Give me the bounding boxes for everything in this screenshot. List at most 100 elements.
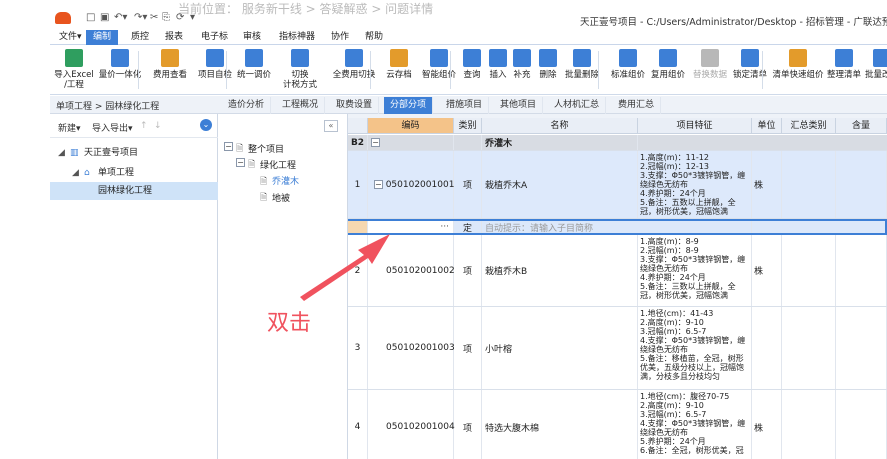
row-toggle-icon[interactable]: − [374, 180, 383, 189]
expand-arrow-icon[interactable]: ◢ [72, 164, 79, 182]
ribbon-button-9[interactable]: 查询 [460, 49, 484, 80]
tab-project-overview[interactable]: 工程概况 [276, 97, 326, 114]
row-feature[interactable]: 1.高度(m)：11-12 2.冠幅(m)：12-13 3.支撑：Φ50*3镀锌… [638, 151, 752, 218]
collapse-left-icon[interactable]: « [324, 120, 338, 132]
cut-icon[interactable]: ✂ [150, 12, 158, 23]
row-type[interactable]: 项 [454, 390, 482, 459]
tree-node-project[interactable]: ◢ ▥ 天正壹号项目 [50, 144, 218, 162]
row-type[interactable]: 项 [454, 307, 482, 389]
ribbon-button-2[interactable]: 费用查看 [146, 49, 194, 80]
row-code-cell[interactable]: −050102001001 [368, 151, 454, 218]
ribbon-button-19[interactable]: 整理清单 [826, 49, 862, 80]
row-feature[interactable]: 1.地径(cm)：41-43 2.高度(m)：9-10 3.冠幅(m)：6.5-… [638, 307, 752, 389]
tab-fee-summary[interactable]: 费用汇总 [612, 97, 662, 114]
ribbon-button-17[interactable]: 锁定清单 [730, 49, 770, 80]
header-summary-type[interactable]: 汇总类别 [782, 118, 836, 134]
row-unit[interactable]: 株 [752, 390, 782, 459]
batch-delete-icon [573, 49, 591, 67]
division-tree-trees[interactable]: 乔灌木 [272, 174, 299, 187]
row-name[interactable]: 小叶榕 [482, 307, 638, 389]
tab-division-items[interactable]: 分部分项 [384, 97, 434, 114]
menu-collab[interactable]: 协作 [324, 30, 356, 45]
expand-arrow-icon[interactable]: ◢ [58, 144, 65, 162]
ribbon-button-20[interactable]: 批量改主 [862, 49, 887, 80]
redo-icon[interactable]: ↷▾ [134, 12, 147, 23]
new-dropdown-button[interactable]: 新建▾ [58, 121, 81, 134]
tab-fee-setting[interactable]: 取费设置 [330, 97, 380, 114]
menu-report[interactable]: 报表 [158, 30, 190, 45]
row-name[interactable]: 栽植乔木B [482, 235, 638, 306]
row-code[interactable]: 050102001004 [368, 390, 455, 459]
ellipsis-button-icon[interactable]: ··· [440, 222, 449, 232]
table-row[interactable]: 1 −050102001001 项 栽植乔木A 1.高度(m)：11-12 2.… [348, 151, 887, 219]
table-row[interactable]: 2 050102001002 项 栽植乔木B 1.高度(m)：8-9 2.冠幅(… [348, 235, 887, 307]
ribbon-button-16[interactable]: 替换数据 [690, 49, 730, 80]
ribbon-button-11[interactable]: 补充 [510, 49, 534, 80]
move-down-icon[interactable]: ↓ [154, 121, 162, 131]
new-file-icon[interactable]: □ [86, 12, 95, 23]
table-row[interactable]: 3 050102001003 项 小叶榕 1.地径(cm)：41-43 2.高度… [348, 307, 887, 390]
ribbon-button-3[interactable]: 项目自检 [196, 49, 234, 80]
tab-measure-items[interactable]: 措施项目 [440, 97, 490, 114]
undo-icon[interactable]: ↶▾ [114, 12, 127, 23]
header-code[interactable]: 编码 [368, 118, 454, 134]
group-toggle-icon[interactable]: − [368, 135, 454, 150]
group-row[interactable]: B2 − 乔灌木 [348, 135, 887, 151]
row-feature[interactable]: 1.高度(m)：8-9 2.冠幅(m)：8-9 3.支撑：Φ50*3镀锌钢管，缠… [638, 235, 752, 306]
move-up-icon[interactable]: ↑ [140, 121, 148, 131]
menu-e-bid[interactable]: 电子标 [194, 30, 235, 45]
more-dropdown-icon[interactable]: ▾ [190, 12, 195, 23]
ribbon-button-5[interactable]: 切换 计税方式 [278, 49, 322, 90]
ribbon-button-10[interactable]: 插入 [486, 49, 510, 80]
menu-help[interactable]: 帮助 [358, 30, 390, 45]
row-name[interactable]: 栽植乔木A [482, 151, 638, 218]
ribbon-button-0[interactable]: 导入Excel/工程 [52, 49, 96, 90]
division-tree-greening[interactable]: 绿化工程 [260, 158, 296, 171]
table-row[interactable]: 4 050102001004 项 特选大腹木棉 1.地径(cm)：腹径70-75… [348, 390, 887, 459]
header-unit[interactable]: 单位 [752, 118, 782, 134]
tab-other-items[interactable]: 其他项目 [494, 97, 544, 114]
tree-node-single-project[interactable]: ◢ ⌂ 单项工程 [50, 164, 218, 182]
header-name[interactable]: 名称 [482, 118, 638, 134]
sub-item-row-selected[interactable]: ··· 定 自动提示：请输入子目简称 [348, 219, 887, 235]
ribbon-button-8[interactable]: 智能组价 [420, 49, 458, 80]
division-tree-all[interactable]: 整个项目 [248, 142, 284, 155]
copy-icon[interactable]: ⎘ [162, 12, 170, 23]
save-icon[interactable]: ▣ [100, 12, 109, 23]
division-tree-groundcover[interactable]: 地被 [272, 191, 290, 204]
tab-cost-analysis[interactable]: 造价分析 [222, 97, 272, 114]
row-type[interactable]: 项 [454, 151, 482, 218]
ribbon-button-18[interactable]: 清单快速组价 [772, 49, 824, 80]
tab-material-summary[interactable]: 人材机汇总 [548, 97, 607, 114]
menu-index-tool[interactable]: 指标神器 [272, 30, 322, 45]
row-name[interactable]: 特选大腹木棉 [482, 390, 638, 459]
ribbon-button-12[interactable]: 删除 [536, 49, 560, 80]
header-content[interactable]: 含量 [836, 118, 887, 134]
refresh-icon[interactable]: ⟳ [176, 12, 184, 23]
row-unit[interactable]: 株 [752, 151, 782, 218]
header-type[interactable]: 类别 [454, 118, 482, 134]
row-feature[interactable]: 1.地径(cm)：腹径70-75 2.高度(m)：9-10 3.冠幅(m)：6.… [638, 390, 752, 459]
ribbon-button-15[interactable]: 复用组价 [650, 49, 686, 80]
collapse-panel-icon[interactable]: ⌄ [200, 119, 212, 131]
code-input-cell[interactable]: ··· [368, 221, 454, 233]
ribbon-button-7[interactable]: 云存档 [380, 49, 418, 80]
menu-edit[interactable]: 编制 [86, 30, 119, 45]
row-code[interactable]: 050102001003 [368, 307, 455, 389]
ribbon-button-1[interactable]: 量价一体化 [96, 49, 144, 80]
row-type[interactable]: 项 [454, 235, 482, 306]
import-export-button[interactable]: 导入导出▾ [92, 121, 133, 134]
header-feature[interactable]: 项目特征 [638, 118, 752, 134]
row-unit[interactable]: 株 [752, 235, 782, 306]
tree-toggle-icon[interactable]: − [236, 158, 245, 168]
menu-review[interactable]: 审核 [236, 30, 268, 45]
row-type[interactable]: 定 [454, 221, 482, 234]
row-code[interactable]: 050102001002 [368, 235, 455, 306]
tree-node-landscape[interactable]: 园林绿化工程 [50, 182, 218, 200]
ribbon-button-4[interactable]: 统一调价 [234, 49, 274, 80]
tree-toggle-icon[interactable]: − [224, 142, 233, 152]
row-unit[interactable] [752, 307, 782, 389]
menu-quality[interactable]: 质控 [124, 30, 156, 45]
ribbon-button-14[interactable]: 标准组价 [608, 49, 648, 80]
menu-file[interactable]: 文件▾ [52, 30, 89, 45]
